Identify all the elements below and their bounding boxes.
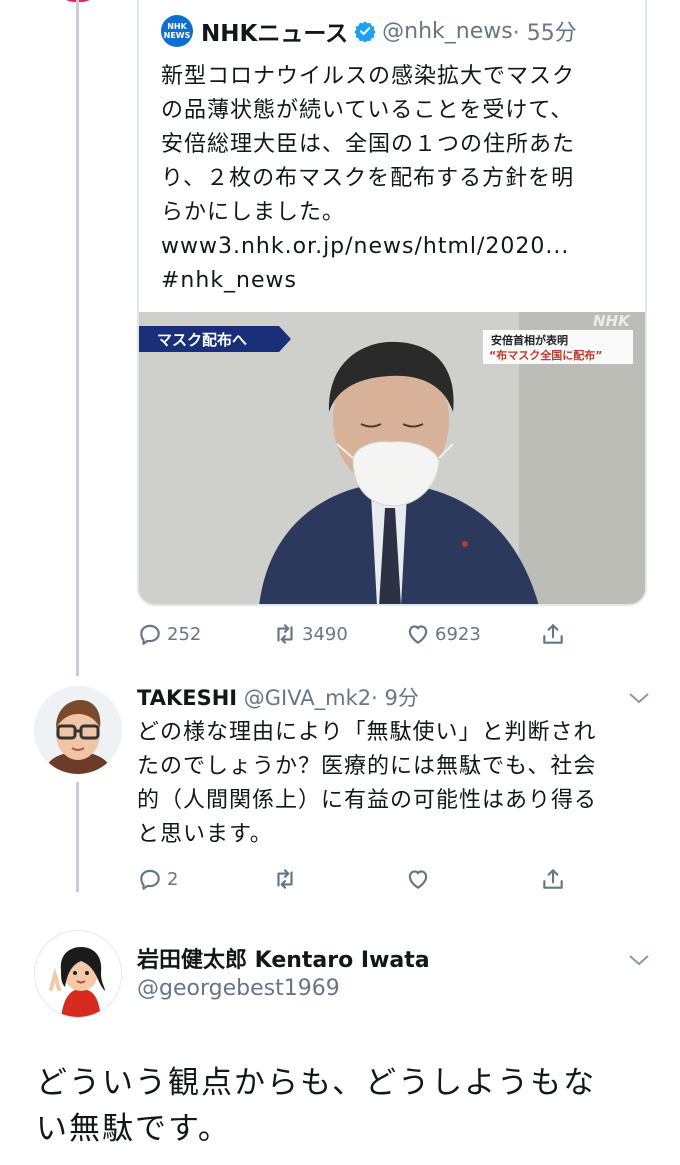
text-line: 新型コロナウイルスの感染拡大でマスク [161, 64, 576, 89]
reply-icon [140, 869, 160, 890]
quoted-author-name[interactable]: NHKニュース [201, 14, 348, 48]
quoted-tweet-header: NHK NEWS NHKニュース @nhk_news · 55分 [161, 14, 577, 48]
chevron-down-icon [629, 955, 649, 966]
reply-tweet-menu-button[interactable] [628, 690, 650, 704]
heart-icon [408, 625, 428, 644]
reply-tweet-text: どの様な理由により「無駄使い」と判断され たのでしょうか？医療的には無駄でも、社… [137, 716, 637, 852]
media-watermark: NHK [593, 312, 631, 330]
text-line: い無駄です。 [36, 1111, 231, 1147]
share-icon [543, 869, 563, 889]
text-line: らかにしました。 [161, 200, 346, 225]
reply-button[interactable]: 252 [137, 621, 201, 647]
main-tweet-text: どういう観点からも、どうしようもな い無駄です。 [36, 1060, 656, 1152]
reply-count: 252 [167, 623, 202, 645]
text-line: 的（人間関係上）に有益の可能性はあり得る [137, 788, 598, 813]
reply-count: 2 [167, 868, 179, 890]
reply-button[interactable]: 2 [137, 866, 178, 892]
text-line: 安倍総理大臣は、全国の１つの住所あた [161, 132, 576, 157]
retweet-count: 3490 [302, 623, 348, 645]
quoted-tweet-card[interactable]: NHK NEWS NHKニュース @nhk_news · 55分 新型コロナウイ… [137, 0, 647, 606]
media-banner-right-top: 安倍首相が表明 [491, 333, 568, 347]
reply-icon [140, 624, 160, 645]
main-author-handle[interactable]: @georgebest1969 [137, 976, 340, 1001]
quoted-tweet-time: · 55分 [512, 21, 577, 46]
reply-tweet-time: · 9分 [371, 686, 419, 710]
text-line: り、２枚の布マスクを配布する方針を明 [161, 166, 575, 191]
verified-badge-icon [354, 21, 376, 42]
tweet-media-image[interactable]: マスク配布へ 安倍首相が表明 “布マスク全国に配布” NHK [139, 312, 645, 604]
main-tweet-menu-button[interactable] [628, 952, 650, 966]
hashtag-link[interactable]: #nhk_news [161, 264, 631, 298]
share-button[interactable] [540, 866, 566, 892]
text-line: どういう観点からも、どうしようもな [36, 1065, 597, 1101]
heart-icon [408, 870, 428, 889]
kentaro-iwata-avatar[interactable] [34, 930, 122, 1018]
reply-author-name[interactable]: TAKESHI [137, 686, 237, 710]
quoted-author-handle[interactable]: @nhk_news [382, 19, 513, 44]
text-line: の品薄状態が続いていることを受けて、 [161, 98, 574, 123]
logo-text-top: NHK [167, 22, 187, 31]
logo-text-bottom: NEWS [163, 31, 191, 40]
like-button[interactable] [405, 866, 431, 892]
media-banner-right-bottom: “布マスク全国に配布” [489, 348, 602, 362]
reply-tweet-header: TAKESHI @GIVA_mk2· 9分 [137, 682, 419, 712]
text-line: どの様な理由により「無駄使い」と判断され [137, 720, 597, 745]
text-line: たのでしょうか？医療的には無駄でも、社会 [137, 754, 597, 779]
text-line: と思います。 [137, 822, 273, 847]
thread-line [76, 782, 79, 892]
main-author-name[interactable]: 岩田健太郎 Kentaro Iwata [137, 942, 430, 974]
tweet-link[interactable]: www3.nhk.or.jp/news/html/2020... [161, 230, 631, 264]
share-icon [543, 624, 563, 644]
retweet-icon [277, 624, 293, 644]
reply-author-handle[interactable]: @GIVA_mk2 [244, 686, 371, 710]
nhk-news-logo: NHK NEWS [161, 15, 193, 47]
share-button[interactable] [540, 621, 566, 647]
retweet-button[interactable] [272, 866, 298, 892]
like-count: 6923 [435, 623, 481, 645]
like-button[interactable]: 6923 [405, 621, 481, 647]
takeshi-avatar[interactable] [34, 686, 122, 774]
media-banner-left: マスク配布へ [157, 331, 247, 349]
chevron-down-icon [629, 693, 649, 704]
retweet-icon [277, 869, 293, 889]
quoted-tweet-text: 新型コロナウイルスの感染拡大でマスク の品薄状態が続いていることを受けて、 安倍… [161, 60, 631, 298]
thread-line [76, 0, 79, 676]
retweet-button[interactable]: 3490 [272, 621, 348, 647]
